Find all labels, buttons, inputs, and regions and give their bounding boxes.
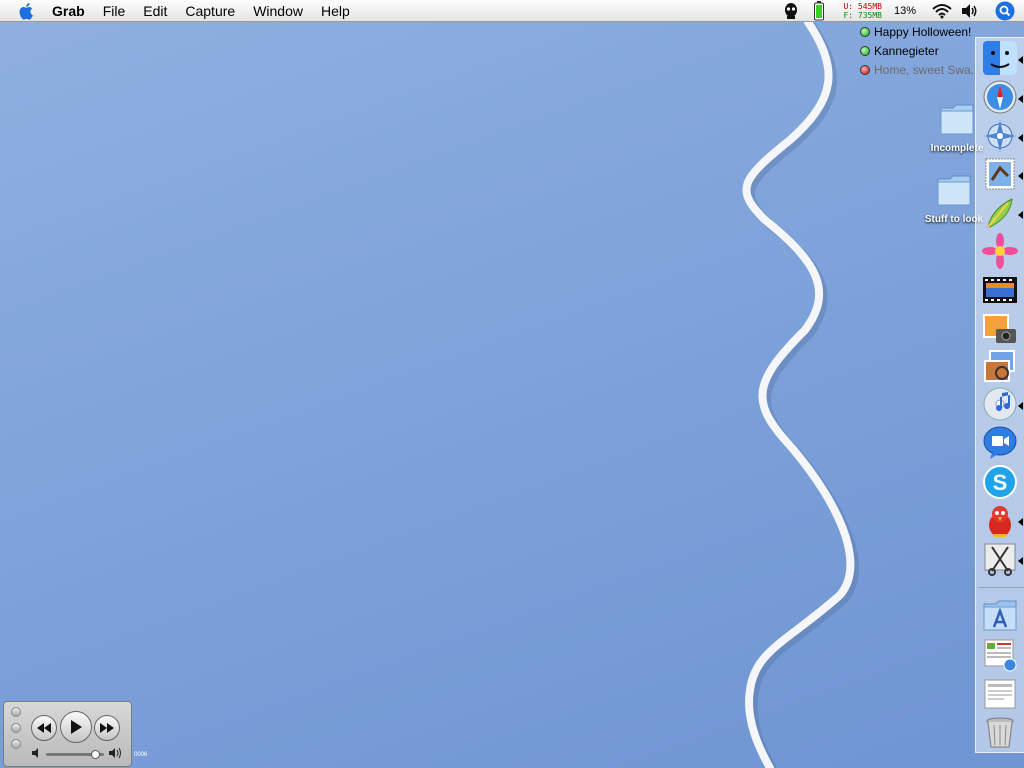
photo-camera-icon[interactable] — [982, 311, 1018, 347]
itunes-controller — [3, 701, 132, 767]
window-light-icon[interactable] — [11, 707, 21, 717]
menu-file[interactable]: File — [94, 0, 135, 22]
photos-icon[interactable] — [982, 349, 1018, 385]
running-indicator-icon — [1018, 134, 1023, 142]
safari-icon[interactable] — [982, 79, 1018, 115]
play-icon — [71, 720, 82, 734]
running-indicator-icon — [1018, 56, 1023, 64]
compass-icon[interactable] — [982, 118, 1018, 154]
menu-help[interactable]: Help — [312, 0, 359, 22]
trash-icon[interactable] — [982, 714, 1018, 750]
volume-slider-knob[interactable] — [90, 750, 100, 759]
feather-icon[interactable] — [982, 195, 1018, 231]
away-status-icon — [860, 64, 870, 75]
volume-high-icon — [109, 747, 121, 759]
running-indicator-icon — [1018, 557, 1023, 565]
menu-extras: U: 545MB F: 735MB 13% — [777, 0, 1024, 22]
available-status-icon — [860, 26, 870, 37]
running-indicator-icon — [1018, 172, 1023, 180]
itunes-icon[interactable] — [982, 386, 1018, 422]
volume-icon[interactable] — [959, 0, 981, 22]
next-button[interactable] — [94, 715, 120, 741]
folder-icon — [937, 175, 971, 206]
video-chat-icon[interactable] — [982, 425, 1018, 461]
mail-stamp-icon[interactable] — [982, 156, 1018, 192]
menu-app-name[interactable]: Grab — [38, 0, 94, 22]
volume-low-icon — [32, 748, 38, 758]
buddy-name: Home, sweet Swa... — [874, 62, 981, 77]
buddy-item[interactable]: Kannegieter — [860, 41, 981, 60]
menu-window[interactable]: Window — [244, 0, 312, 22]
spotlight-icon[interactable] — [994, 0, 1016, 22]
finder-icon[interactable] — [982, 40, 1018, 76]
document-icon[interactable] — [982, 637, 1018, 673]
running-indicator-icon — [1018, 95, 1023, 103]
buddy-name: Kannegieter — [874, 43, 939, 58]
cpu-usage[interactable]: 13% — [894, 5, 916, 17]
window-light-icon[interactable] — [11, 723, 21, 733]
folder-icon — [940, 104, 974, 135]
running-indicator-icon — [1018, 402, 1023, 410]
running-indicator-icon — [1018, 518, 1023, 526]
buddy-list: Happy Holloween! Kannegieter Home, sweet… — [860, 22, 981, 79]
wifi-icon[interactable] — [931, 0, 953, 22]
memory-used: U: 545MB — [843, 2, 882, 11]
menu-edit[interactable]: Edit — [134, 0, 176, 22]
memory-monitor[interactable]: U: 545MB F: 735MB — [843, 2, 882, 20]
buddy-item[interactable]: Home, sweet Swa... — [860, 60, 981, 79]
available-status-icon — [860, 45, 870, 56]
alien-status-icon[interactable] — [780, 0, 802, 22]
applications-folder-icon[interactable] — [982, 597, 1018, 633]
buddy-item[interactable]: Happy Holloween! — [860, 22, 981, 41]
wallpaper-cable — [742, 18, 859, 768]
window-light-icon[interactable] — [11, 739, 21, 749]
running-indicator-icon — [1018, 211, 1023, 219]
dock-separator — [978, 587, 1024, 588]
red-bird-icon[interactable] — [982, 503, 1018, 539]
menu-capture[interactable]: Capture — [176, 0, 244, 22]
controller-caption: 0006 — [134, 752, 148, 758]
previous-button[interactable] — [31, 715, 57, 741]
memory-free: F: 735MB — [843, 11, 882, 20]
buddy-name: Happy Holloween! — [874, 24, 972, 39]
scissors-icon[interactable] — [982, 541, 1018, 577]
apple-menu-icon[interactable] — [16, 0, 38, 22]
flower-icon[interactable] — [982, 233, 1018, 269]
svg-text:S: S — [993, 470, 1008, 495]
film-icon[interactable] — [982, 272, 1018, 308]
battery-icon[interactable] — [808, 0, 830, 22]
fast-forward-icon — [100, 723, 114, 733]
rewind-icon — [37, 723, 51, 733]
play-button[interactable] — [60, 711, 92, 743]
skype-icon[interactable]: S — [982, 464, 1018, 500]
menu-bar: Grab File Edit Capture Window Help U: 54… — [0, 0, 1024, 22]
document-icon[interactable] — [982, 676, 1018, 712]
